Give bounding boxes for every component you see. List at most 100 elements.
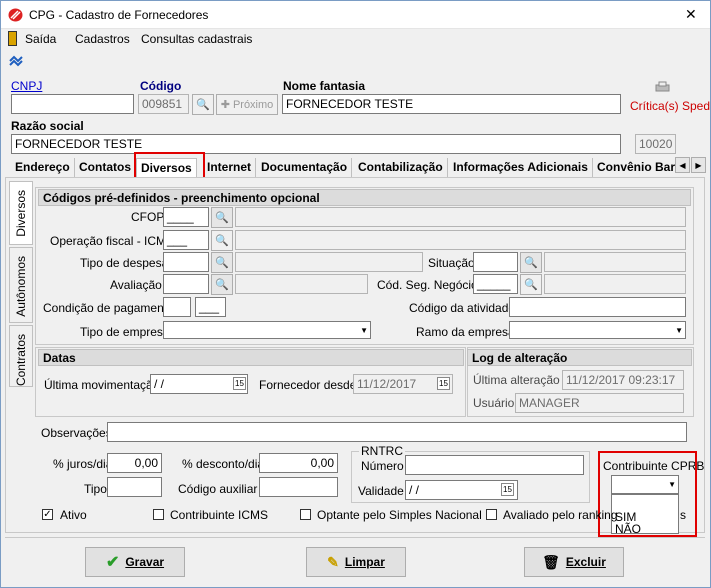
gravar-button[interactable]: ✔ Gravar	[85, 547, 185, 577]
situacao-description	[544, 252, 686, 272]
razao-social-input[interactable]: FORNECEDOR TESTE	[11, 134, 621, 154]
observacoes-input[interactable]	[107, 422, 687, 442]
trash-icon: 🗑	[542, 553, 560, 570]
limpar-label: Limpar	[344, 555, 385, 569]
app-logo-icon	[8, 8, 23, 22]
calendar-icon[interactable]: 15	[233, 377, 246, 390]
plus-icon: ✚	[220, 99, 230, 111]
avaliado-ranking-label: Avaliado pelo ranking	[503, 508, 618, 522]
ultima-alteracao-label: Última alteração	[473, 373, 560, 387]
avaliacao-description	[235, 274, 368, 294]
tipo-input[interactable]	[107, 477, 162, 497]
rntrc-numero-input[interactable]	[405, 455, 584, 475]
menu-bar: Saída Cadastros Consultas cadastrais	[1, 29, 710, 49]
situacao-label: Situação	[428, 256, 475, 270]
ramo-empresa-select[interactable]: ▼	[509, 321, 686, 339]
tab-documentacao[interactable]: Documentação	[257, 158, 353, 178]
side-tab-contratos[interactable]: Contratos	[9, 325, 33, 387]
operacao-fiscal-lookup-icon[interactable]: 🔍	[211, 230, 233, 251]
toolbar-logo-icon[interactable]	[9, 55, 23, 67]
codigo-atividade-input[interactable]	[509, 297, 686, 317]
operacao-fiscal-label: Operação fiscal - ICMS	[50, 234, 175, 248]
tab-endereco[interactable]: Endereço	[11, 158, 75, 178]
search-binoculars-icon[interactable]: 🔍	[192, 94, 214, 115]
side-tab-diversos[interactable]: Diversos	[9, 181, 33, 245]
juros-label: % juros/dia	[53, 457, 113, 471]
tipo-despesa-label: Tipo de despesa	[80, 256, 169, 270]
cprb-highlight-box	[598, 451, 697, 537]
cod-seg-negocio-input[interactable]: _____	[473, 274, 518, 294]
operacao-fiscal-input[interactable]: ___	[163, 230, 209, 250]
tab-internet[interactable]: Internet	[203, 158, 257, 178]
menu-cadastros[interactable]: Cadastros	[75, 32, 130, 46]
cfop-lookup-icon[interactable]: 🔍	[211, 207, 233, 228]
window-title: CPG - Cadastro de Fornecedores	[29, 8, 209, 22]
datas-section-title: Datas	[38, 349, 464, 366]
ultima-movimentacao-label: Última movimentação	[44, 378, 160, 392]
tab-scroll-left-icon[interactable]: ◀	[675, 157, 690, 173]
excluir-label: Excluir	[565, 555, 606, 569]
juros-input[interactable]: 0,00	[107, 453, 162, 473]
situacao-input[interactable]	[473, 252, 518, 272]
cnpj-label[interactable]: CNPJ	[11, 79, 42, 93]
cnpj-input[interactable]	[11, 94, 134, 114]
optante-simples-label: Optante pelo Simples Nacional	[317, 508, 482, 522]
cod-seg-negocio-description	[544, 274, 686, 294]
chevron-down-icon: ▼	[675, 326, 683, 335]
codigo-auxiliar-input[interactable]	[259, 477, 338, 497]
tab-contatos[interactable]: Contatos	[75, 158, 136, 178]
calendar-icon[interactable]: 15	[501, 483, 514, 496]
cfop-input[interactable]: ____	[163, 207, 209, 227]
checkmark-icon: ✔	[105, 554, 120, 571]
tipo-despesa-input[interactable]	[163, 252, 209, 272]
condicao-pagamento-input-2[interactable]: ___	[195, 297, 226, 317]
proximo-button[interactable]: ✚ Próximo	[216, 94, 278, 115]
proximo-label: Próximo	[232, 98, 274, 111]
avaliacao-label: Avaliação	[110, 278, 162, 292]
rntrc-numero-label: Número	[361, 459, 404, 473]
close-icon[interactable]: ✕	[685, 6, 697, 23]
condicao-pagamento-input[interactable]	[163, 297, 191, 317]
codigo-atividade-label: Código da atividade	[409, 301, 516, 315]
contribuinte-icms-checkbox[interactable]	[153, 509, 164, 520]
printer-icon[interactable]	[655, 81, 670, 92]
avaliacao-lookup-icon[interactable]: 🔍	[211, 274, 233, 295]
tab-convenio-bar[interactable]: Convênio Bar	[593, 158, 675, 178]
tab-informacoes-adicionais[interactable]: Informações Adicionais	[449, 158, 593, 178]
limpar-button[interactable]: ✎ Limpar	[306, 547, 406, 577]
nome-fantasia-input[interactable]: FORNECEDOR TESTE	[282, 94, 621, 114]
ultima-alteracao-value: 11/12/2017 09:23:17	[562, 370, 684, 390]
cod-seg-negocio-lookup-icon[interactable]: 🔍	[520, 274, 542, 295]
nome-fantasia-label: Nome fantasia	[283, 79, 366, 93]
desconto-label: % desconto/dia	[182, 457, 265, 471]
condicao-pagamento-label: Condição de pagamento	[43, 301, 174, 315]
codigo-input[interactable]: 009851	[138, 94, 189, 114]
ramo-empresa-label: Ramo da empresa	[416, 325, 515, 339]
menu-consultas-cadastrais[interactable]: Consultas cadastrais	[141, 32, 252, 46]
menu-saida[interactable]: Saída	[25, 32, 56, 46]
avaliacao-input[interactable]	[163, 274, 209, 294]
tab-contabilizacao[interactable]: Contabilização	[354, 158, 448, 178]
observacoes-label: Observações	[41, 426, 112, 440]
desconto-input[interactable]: 0,00	[259, 453, 338, 473]
ativo-checkbox[interactable]: ✓	[42, 509, 53, 520]
exit-door-icon	[8, 31, 17, 46]
situacao-lookup-icon[interactable]: 🔍	[520, 252, 542, 273]
excluir-button[interactable]: 🗑 Excluir	[524, 547, 624, 577]
operacao-fiscal-description	[235, 230, 686, 250]
diversos-highlight-box	[134, 152, 205, 179]
gravar-label: Gravar	[125, 555, 165, 569]
contribuinte-icms-label: Contribuinte ICMS	[170, 508, 269, 522]
optante-simples-checkbox[interactable]	[300, 509, 311, 520]
tipo-despesa-lookup-icon[interactable]: 🔍	[211, 252, 233, 273]
calendar-icon[interactable]: 15	[437, 377, 450, 390]
side-tab-autonomos[interactable]: Autônomos	[9, 247, 33, 323]
tipo-empresa-select[interactable]: ▼	[163, 321, 371, 339]
criticas-sped-label[interactable]: Crítica(s) Sped	[630, 99, 710, 113]
fornecedor-desde-label: Fornecedor desde	[259, 378, 357, 392]
tab-scroll-right-icon[interactable]: ▶	[691, 157, 706, 173]
cfop-label: CFOP	[131, 210, 165, 224]
avaliado-ranking-checkbox[interactable]	[486, 509, 497, 520]
eraser-icon: ✎	[327, 553, 339, 570]
main-window: CPG - Cadastro de Fornecedores ✕ Saída C…	[0, 0, 711, 588]
